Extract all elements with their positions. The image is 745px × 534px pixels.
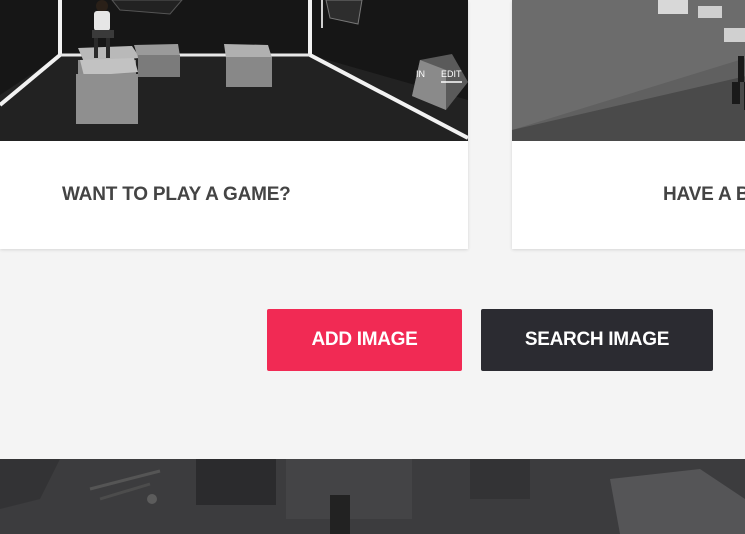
article-card-break[interactable]: HAVE A BREAK? (512, 0, 745, 249)
card-image-game-room[interactable]: IN EDIT (0, 0, 468, 141)
article-card-game[interactable]: IN EDIT WANT TO PLAY A GAME? (0, 0, 468, 249)
add-image-button[interactable]: ADD IMAGE (267, 309, 462, 371)
break-room-photo (512, 0, 745, 141)
footer-background-image (0, 459, 745, 534)
card-title[interactable]: WANT TO PLAY A GAME? (62, 184, 291, 206)
search-image-button[interactable]: SEARCH IMAGE (481, 309, 713, 371)
logo-text-in: IN (416, 69, 425, 79)
card-title[interactable]: HAVE A BREAK? (663, 184, 745, 206)
logo-text-edit: EDIT (441, 69, 462, 79)
office-chairs-photo (0, 459, 745, 534)
card-image-break-room[interactable] (512, 0, 745, 141)
game-room-photo: IN EDIT (0, 0, 468, 141)
